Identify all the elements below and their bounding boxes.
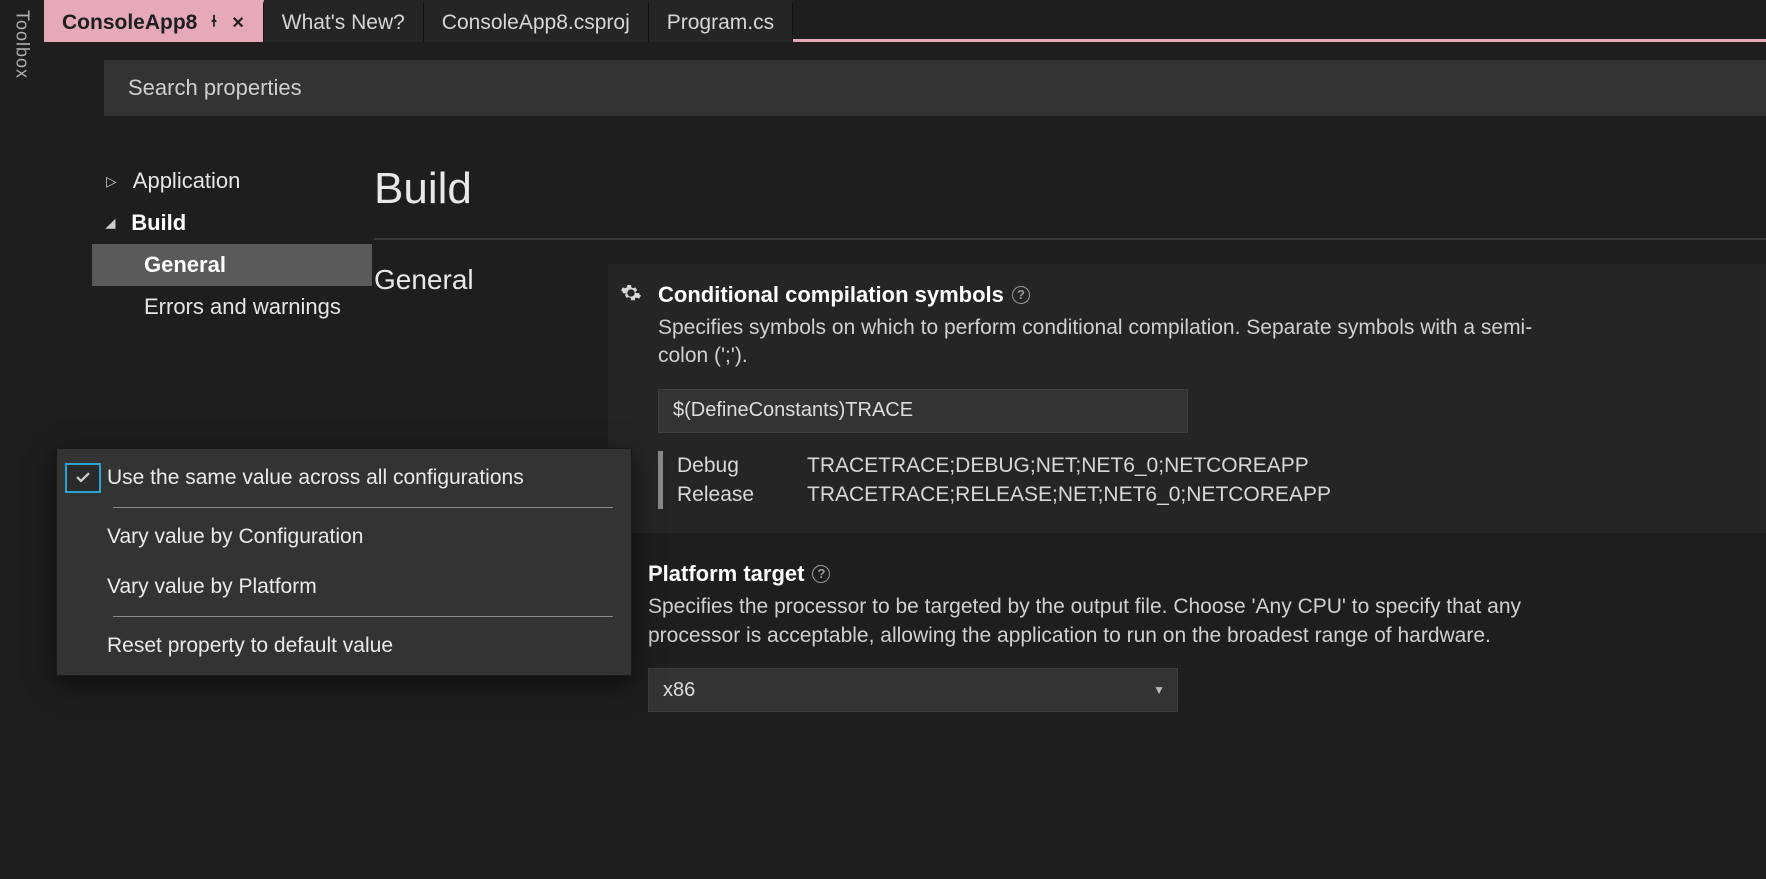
prop-conditional-desc: Specifies symbols on which to perform co… [658, 314, 1538, 371]
platform-target-select[interactable]: x86 ▼ [648, 668, 1178, 712]
search-row [104, 60, 1766, 116]
cm-label: Use the same value across all configurat… [107, 466, 524, 490]
tab-label: What's New? [282, 11, 405, 35]
cm-same-all-configs[interactable]: Use the same value across all configurat… [57, 453, 631, 503]
table-row: Debug TRACETRACE;DEBUG;NET;NET6_0;NETCOR… [677, 451, 1742, 480]
help-icon[interactable]: ? [1012, 286, 1030, 304]
tab-csproj[interactable]: ConsoleApp8.csproj [424, 0, 649, 42]
pin-icon[interactable] [207, 14, 221, 33]
prop-title-text: Conditional compilation symbols [658, 282, 1004, 308]
tab-whats-new[interactable]: What's New? [264, 0, 424, 42]
sidebar-item-application[interactable]: Application [44, 160, 374, 202]
divider [374, 238, 1766, 240]
page-title: Build [374, 164, 1766, 214]
conditional-symbols-input[interactable] [658, 389, 1188, 433]
tab-program-cs[interactable]: Program.cs [649, 0, 793, 42]
cfg-name: Release [677, 480, 767, 509]
tab-label: ConsoleApp8 [62, 11, 197, 35]
check-icon [65, 463, 101, 493]
toolbox-rail[interactable]: Toolbox [0, 0, 44, 879]
check-placeholder [65, 522, 101, 552]
tab-underline [793, 39, 1766, 42]
prop-title-text: Platform target [648, 561, 804, 587]
sidebar-item-build[interactable]: Build [44, 202, 374, 244]
help-icon[interactable]: ? [812, 565, 830, 583]
sidebar-item-label: Application [133, 168, 241, 194]
prop-conditional-title: Conditional compilation symbols ? [658, 282, 1030, 308]
tab-label: ConsoleApp8.csproj [442, 11, 630, 35]
cm-label: Reset property to default value [107, 634, 393, 658]
tab-label: Program.cs [667, 11, 774, 35]
menu-separator [113, 616, 613, 617]
cfg-value: TRACETRACE;DEBUG;NET;NET6_0;NETCOREAPP [807, 451, 1309, 480]
sidebar-item-label: General [144, 252, 226, 278]
cm-label: Vary value by Platform [107, 575, 317, 599]
prop-platform-title: Platform target ? [648, 561, 830, 587]
check-placeholder [65, 572, 101, 602]
cfg-name: Debug [677, 451, 767, 480]
close-icon[interactable]: ✕ [231, 13, 244, 33]
table-row: Release TRACETRACE;RELEASE;NET;NET6_0;NE… [677, 480, 1742, 509]
cm-reset-default[interactable]: Reset property to default value [57, 621, 631, 671]
toolbox-label: Toolbox [12, 10, 33, 79]
cm-label: Vary value by Configuration [107, 525, 363, 549]
chevron-down-icon: ▼ [1153, 683, 1165, 697]
property-context-menu: Use the same value across all configurat… [56, 448, 632, 676]
config-table: Debug TRACETRACE;DEBUG;NET;NET6_0;NETCOR… [658, 451, 1742, 510]
cfg-value: TRACETRACE;RELEASE;NET;NET6_0;NETCOREAPP [807, 480, 1331, 509]
tab-consoleapp8[interactable]: ConsoleApp8 ✕ [44, 0, 264, 42]
document-tabbar: ConsoleApp8 ✕ What's New? ConsoleApp8.cs… [44, 0, 1766, 42]
prop-platform-desc: Specifies the processor to be targeted b… [648, 593, 1528, 650]
cm-vary-config[interactable]: Vary value by Configuration [57, 512, 631, 562]
sidebar-item-errors[interactable]: Errors and warnings [44, 286, 374, 328]
sidebar-item-label: Errors and warnings [144, 294, 341, 320]
select-value: x86 [663, 679, 695, 702]
sidebar-item-general[interactable]: General [92, 244, 372, 286]
search-input[interactable] [128, 75, 1766, 101]
sidebar-item-label: Build [131, 210, 186, 236]
cm-vary-platform[interactable]: Vary value by Platform [57, 562, 631, 612]
check-placeholder [65, 631, 101, 661]
section-general-title: General [374, 264, 564, 296]
menu-separator [113, 507, 613, 508]
